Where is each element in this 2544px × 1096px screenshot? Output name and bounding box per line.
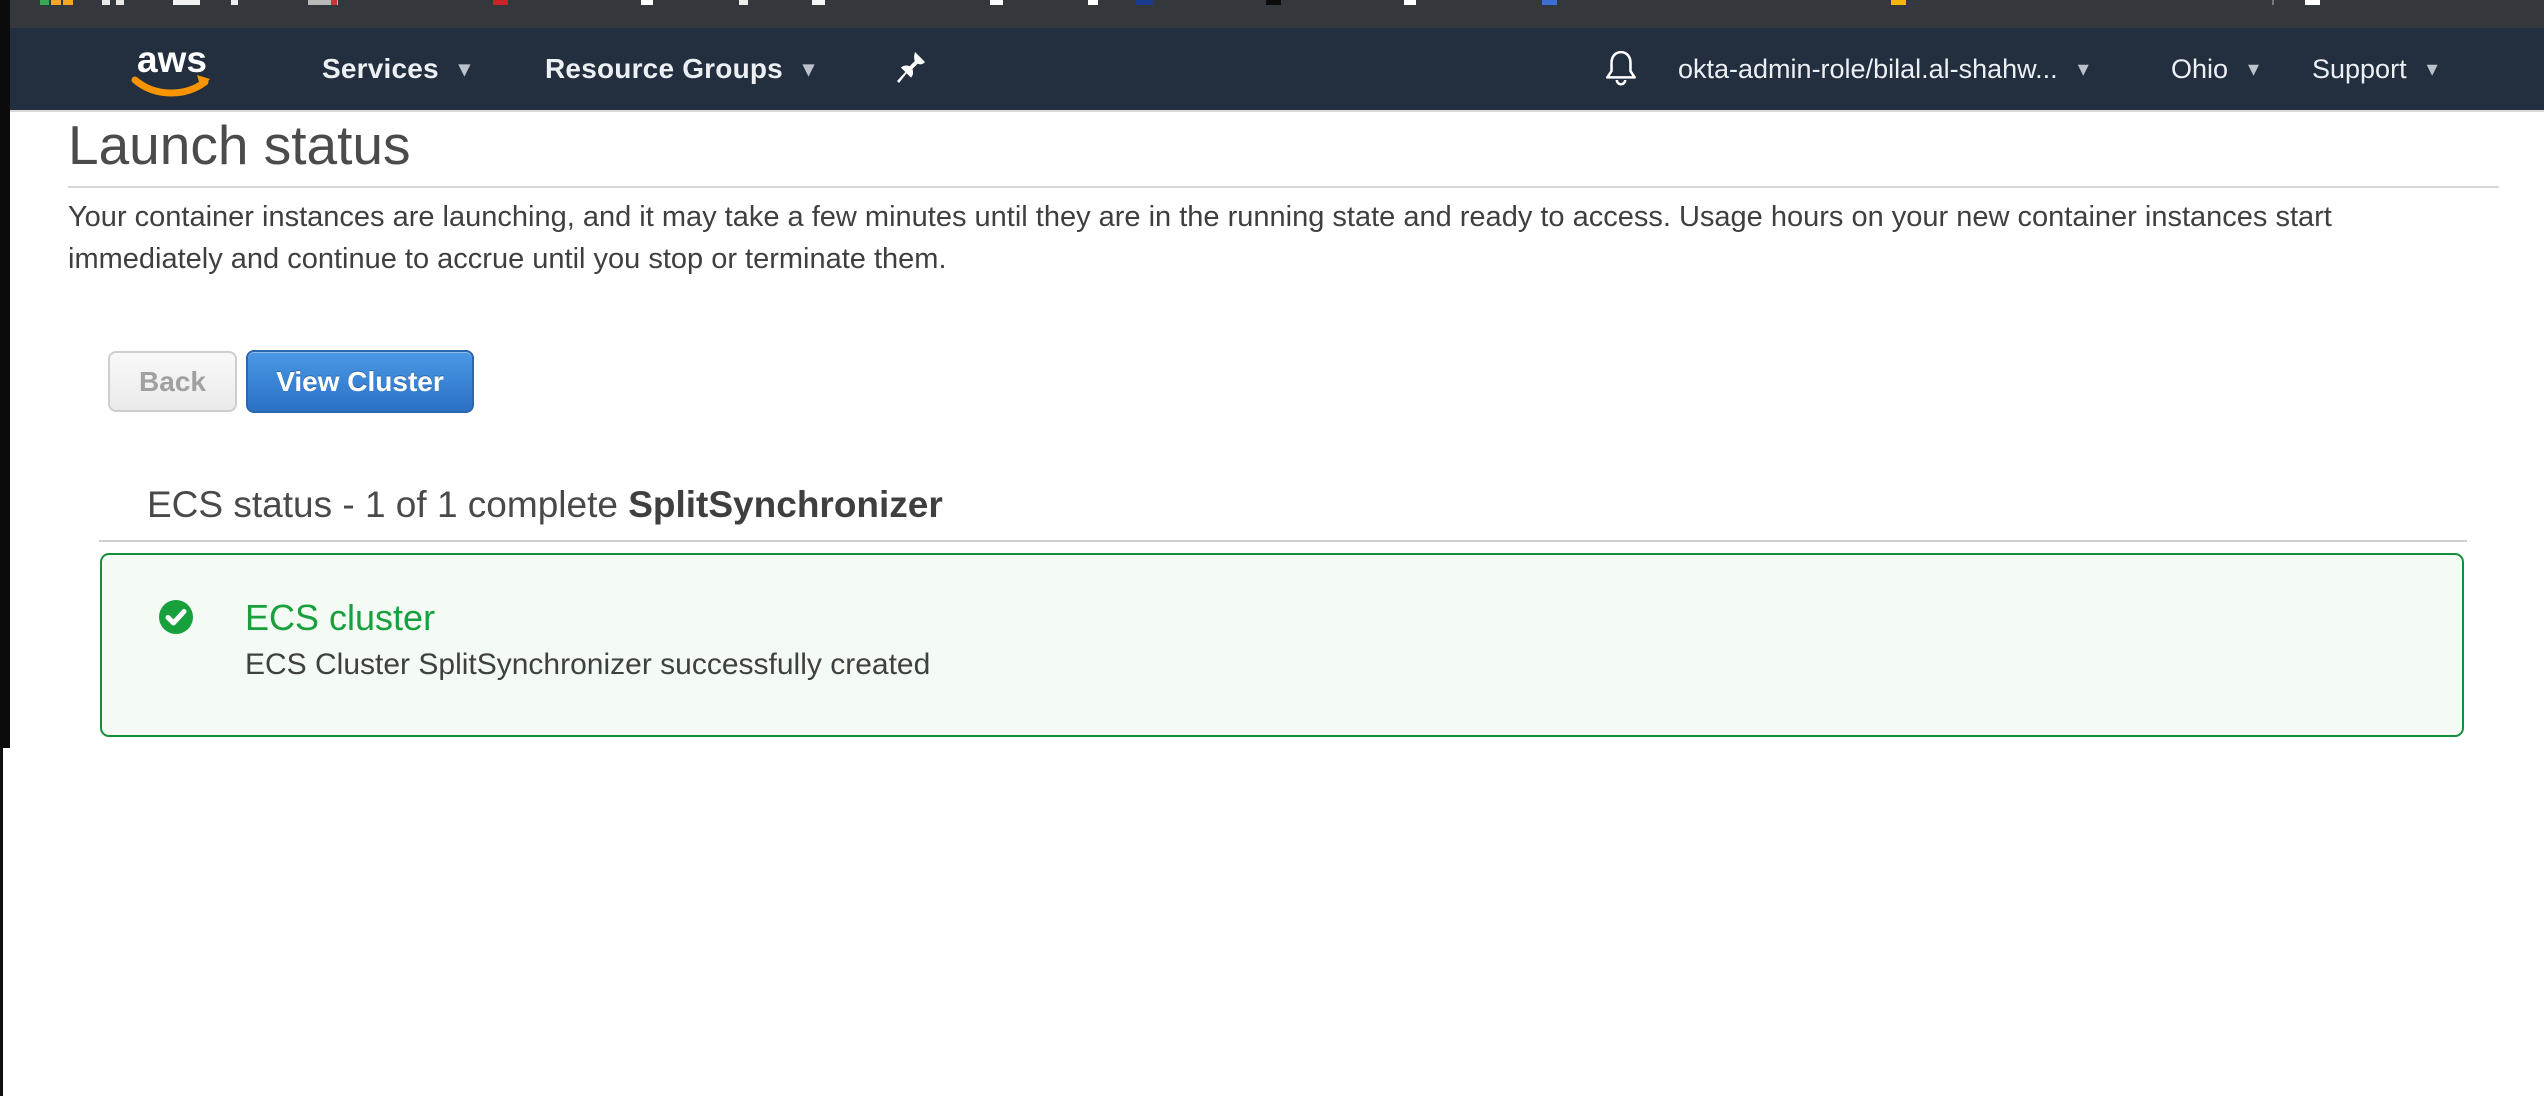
nav-menu-region[interactable]: Ohio ▾ [2171,28,2259,110]
favicon-fragment [1088,0,1098,5]
aws-navbar: aws Services ▾ Resource Groups ▾ okta-ad… [10,28,2544,112]
action-button-row: Back View Cluster [108,350,474,414]
aws-console-screen: aws Services ▾ Resource Groups ▾ okta-ad… [0,0,2544,1096]
launch-status-description: Your container instances are launching, … [68,196,2493,280]
nav-menu-services[interactable]: Services ▾ [322,28,470,110]
ecs-status-heading-prefix: ECS status - 1 of 1 complete [147,484,628,525]
success-check-icon [158,599,194,635]
pin-shortcut-button[interactable] [896,28,926,110]
back-button[interactable]: Back [108,351,237,412]
page-title: Launch status [68,112,410,178]
chevron-down-icon: ▾ [2248,58,2259,80]
favicon-fragment [493,0,508,5]
favicon-fragment [1542,0,1557,5]
nav-menu-resource-groups[interactable]: Resource Groups ▾ [545,28,814,110]
favicon-fragment [40,0,49,5]
ecs-status-heading: ECS status - 1 of 1 complete SplitSynchr… [147,486,943,523]
favicon-fragment [1266,0,1281,5]
favicon-fragment [2272,0,2274,5]
favicon-fragment [1404,0,1416,5]
aws-logo[interactable]: aws [128,38,216,102]
desktop-edge [0,748,3,1096]
aws-logo-text: aws [137,39,207,80]
services-label: Services [322,53,439,85]
favicon-fragment [641,0,653,5]
favicon-fragment [51,0,61,5]
nav-menu-account[interactable]: okta-admin-role/bilal.al-shahw... ▾ [1678,28,2089,110]
favicon-fragment [1891,0,1906,5]
favicon-fragment [231,0,238,5]
region-label: Ohio [2171,54,2228,85]
favicon-fragment [1136,0,1153,5]
cluster-name: SplitSynchronizer [628,484,943,525]
success-alert: ECS cluster ECS Cluster SplitSynchronize… [100,553,2464,737]
resource-groups-label: Resource Groups [545,53,783,85]
favicon-fragment [812,0,825,5]
chevron-down-icon: ▾ [2078,58,2089,80]
success-alert-title: ECS cluster [245,600,435,636]
pushpin-icon [896,51,926,87]
view-cluster-button[interactable]: View Cluster [246,350,474,413]
chevron-down-icon: ▾ [459,58,470,80]
nav-menu-support[interactable]: Support ▾ [2312,28,2438,110]
notification-bell-icon [1603,49,1639,89]
favicon-fragment [990,0,1003,5]
favicon-fragment [102,0,110,5]
chevron-down-icon: ▾ [2427,58,2438,80]
favicon-fragment [2305,0,2320,5]
bookmarks-bar-fragment [10,0,2544,6]
favicon-fragment [63,0,73,5]
favicon-fragment [116,0,124,5]
success-alert-message: ECS Cluster SplitSynchronizer successful… [245,650,930,680]
section-divider [99,540,2467,542]
chevron-down-icon: ▾ [803,58,814,80]
favicon-fragment [739,0,748,5]
title-divider [68,186,2499,188]
notifications-button[interactable] [1603,28,1639,110]
favicon-fragment [331,0,337,5]
aws-smile-swoosh [135,80,205,93]
support-label: Support [2312,54,2407,85]
favicon-fragment [173,0,200,5]
browser-chrome-strip [10,0,2544,28]
desktop-edge [0,0,10,748]
account-label: okta-admin-role/bilal.al-shahw... [1678,54,2058,85]
